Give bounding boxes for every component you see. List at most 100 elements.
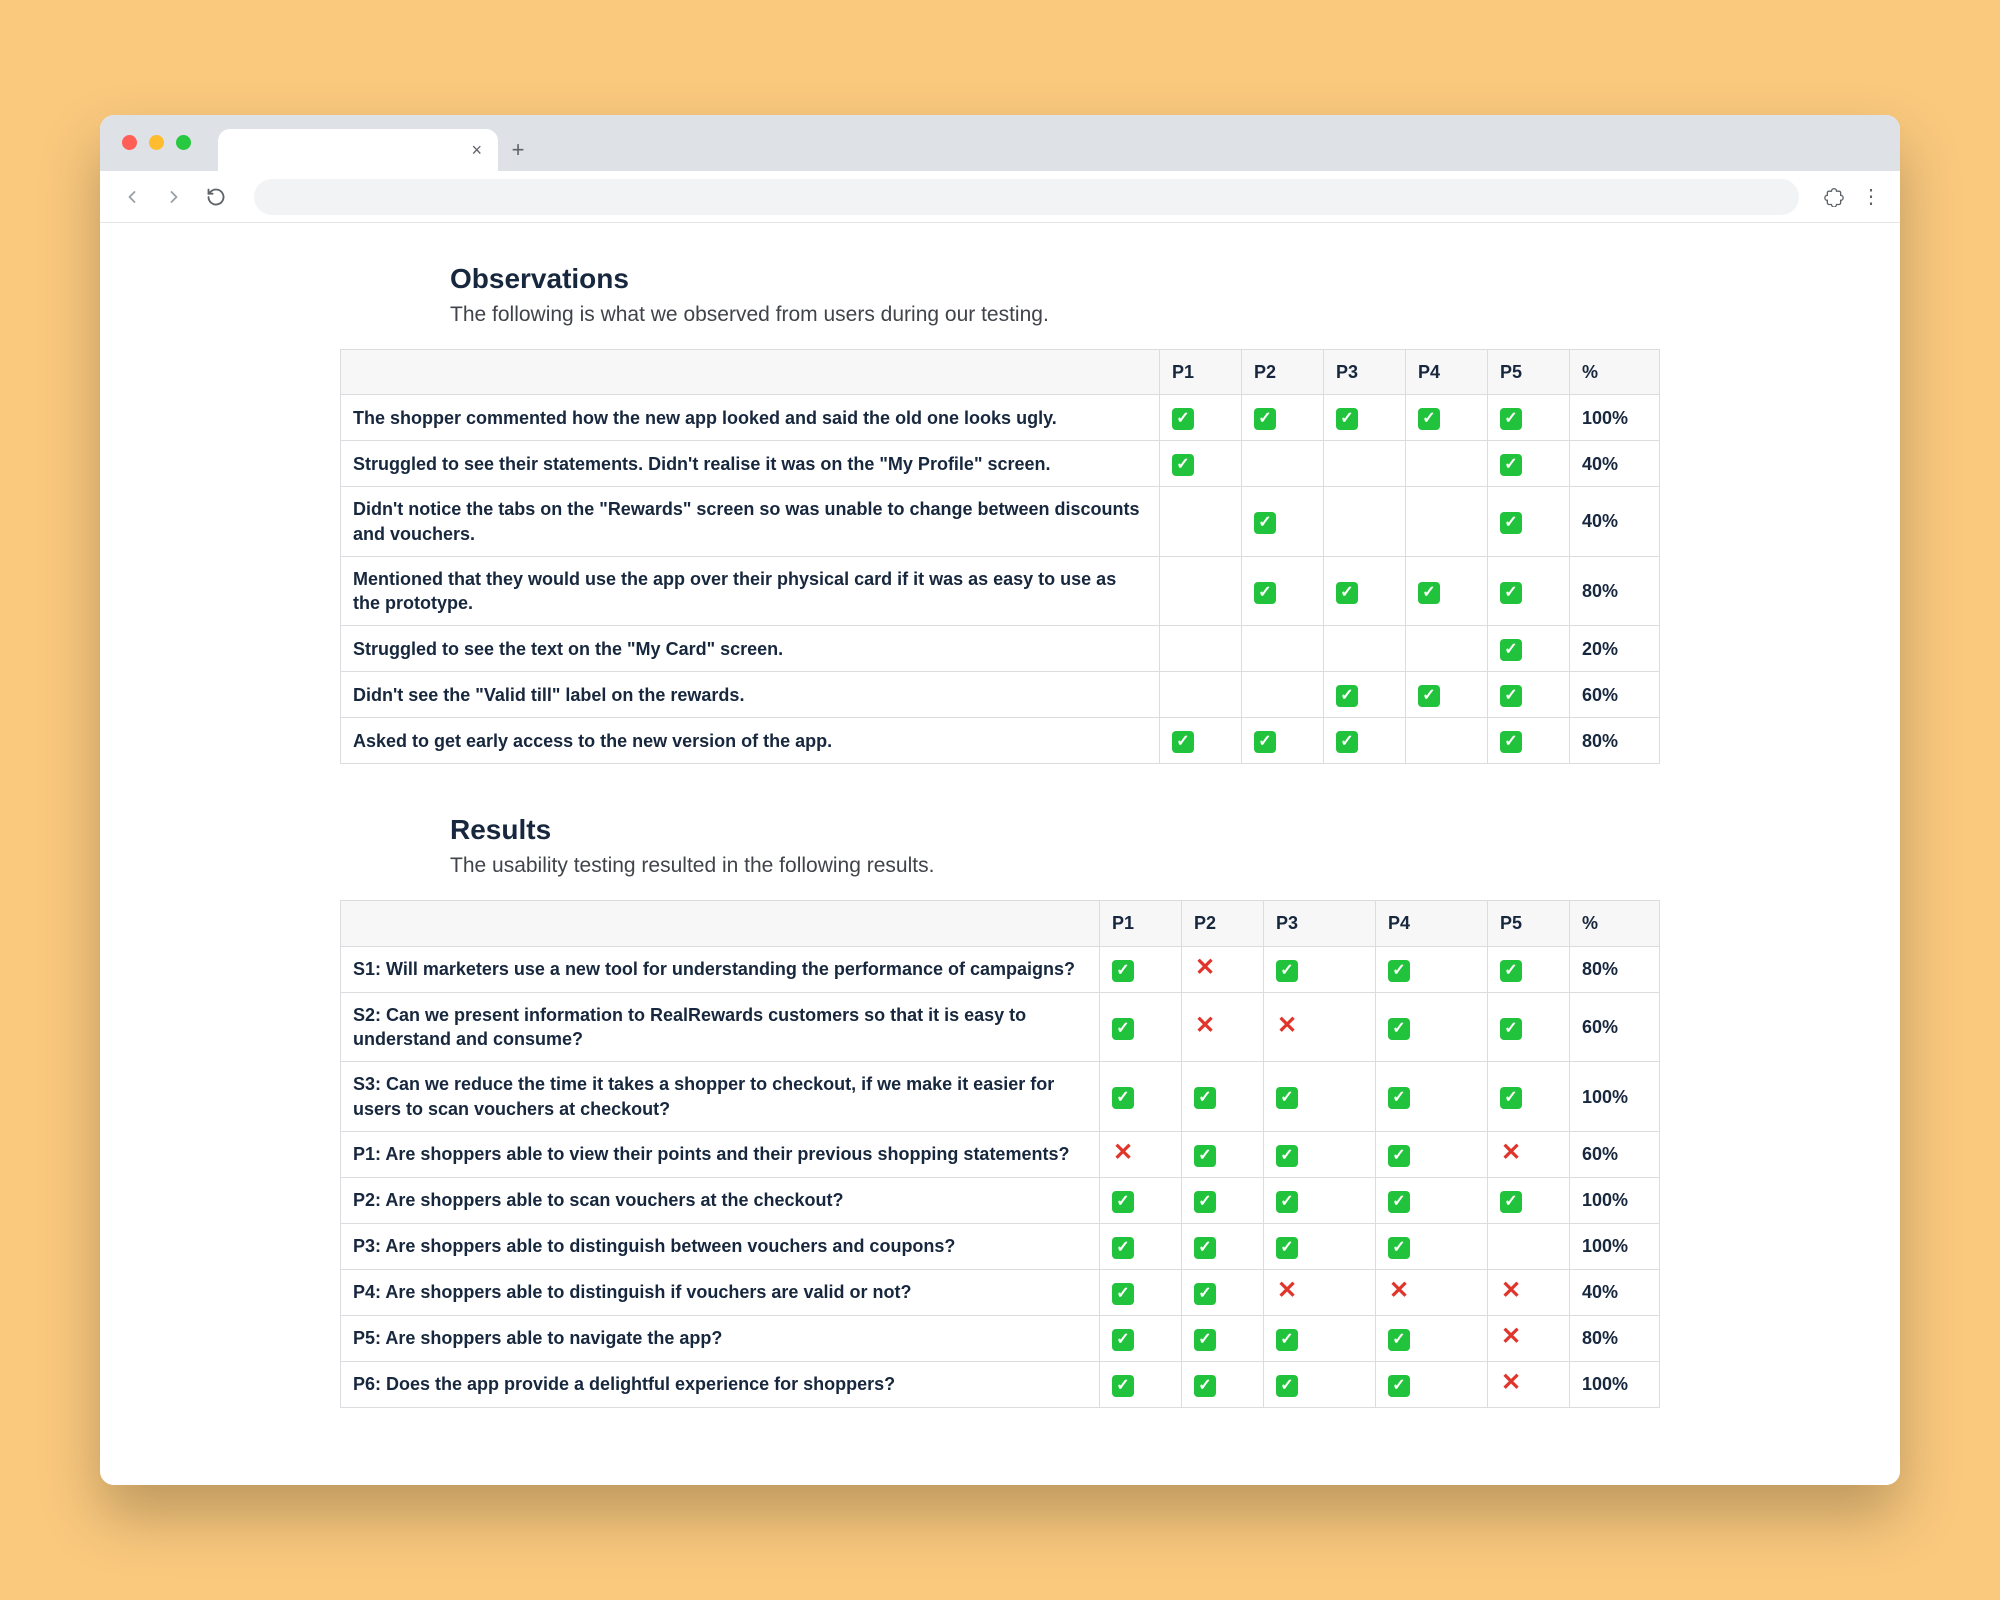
row-mark: ✓ bbox=[1406, 395, 1488, 441]
overflow-menu-icon[interactable]: ⋮ bbox=[1861, 184, 1882, 209]
cross-icon: ✕ bbox=[1112, 1142, 1134, 1164]
row-mark bbox=[1324, 487, 1406, 557]
row-mark: ✓ bbox=[1242, 395, 1324, 441]
check-icon: ✓ bbox=[1194, 1087, 1216, 1109]
check-icon: ✓ bbox=[1500, 639, 1522, 661]
table-row: P6: Does the app provide a delightful ex… bbox=[341, 1361, 1660, 1407]
check-icon: ✓ bbox=[1388, 1375, 1410, 1397]
table-row: The shopper commented how the new app lo… bbox=[341, 395, 1660, 441]
row-label: S1: Will marketers use a new tool for un… bbox=[341, 946, 1100, 992]
row-label: The shopper commented how the new app lo… bbox=[341, 395, 1160, 441]
row-percent: 20% bbox=[1570, 626, 1660, 672]
column-header: P1 bbox=[1100, 901, 1182, 946]
window-close-button[interactable] bbox=[122, 135, 137, 150]
results-heading: Results The usability testing resulted i… bbox=[450, 814, 1550, 878]
table-row: Didn't see the "Valid till" label on the… bbox=[341, 672, 1660, 718]
observations-subtitle: The following is what we observed from u… bbox=[450, 303, 1550, 327]
column-header: P4 bbox=[1406, 350, 1488, 395]
table-row: P5: Are shoppers able to navigate the ap… bbox=[341, 1315, 1660, 1361]
row-mark: ✓ bbox=[1100, 1361, 1182, 1407]
row-mark: ✓ bbox=[1264, 1131, 1376, 1177]
window-maximize-button[interactable] bbox=[176, 135, 191, 150]
row-mark: ✓ bbox=[1488, 487, 1570, 557]
row-mark: ✓ bbox=[1264, 1315, 1376, 1361]
check-icon: ✓ bbox=[1500, 454, 1522, 476]
table-row: S2: Can we present information to RealRe… bbox=[341, 992, 1660, 1062]
row-mark: ✓ bbox=[1264, 1361, 1376, 1407]
close-tab-icon[interactable]: × bbox=[471, 140, 482, 161]
check-icon: ✓ bbox=[1388, 1329, 1410, 1351]
table-row: P4: Are shoppers able to distinguish if … bbox=[341, 1269, 1660, 1315]
check-icon: ✓ bbox=[1388, 1191, 1410, 1213]
column-header: P1 bbox=[1160, 350, 1242, 395]
check-icon: ✓ bbox=[1112, 1191, 1134, 1213]
row-mark: ✕ bbox=[1488, 1269, 1570, 1315]
cross-icon: ✕ bbox=[1194, 1015, 1216, 1037]
cross-icon: ✕ bbox=[1500, 1142, 1522, 1164]
check-icon: ✓ bbox=[1112, 1283, 1134, 1305]
back-button[interactable] bbox=[118, 183, 146, 211]
browser-tab[interactable]: × bbox=[218, 129, 498, 171]
row-percent: 60% bbox=[1570, 672, 1660, 718]
row-mark: ✓ bbox=[1376, 1131, 1488, 1177]
column-header: % bbox=[1570, 350, 1660, 395]
row-mark: ✓ bbox=[1100, 946, 1182, 992]
row-mark: ✓ bbox=[1488, 626, 1570, 672]
check-icon: ✓ bbox=[1112, 1087, 1134, 1109]
check-icon: ✓ bbox=[1336, 582, 1358, 604]
row-mark: ✓ bbox=[1182, 1177, 1264, 1223]
row-percent: 80% bbox=[1570, 1315, 1660, 1361]
table-row: Struggled to see their statements. Didn'… bbox=[341, 441, 1660, 487]
row-mark: ✕ bbox=[1182, 992, 1264, 1062]
column-header-blank bbox=[341, 350, 1160, 395]
row-mark: ✓ bbox=[1264, 946, 1376, 992]
check-icon: ✓ bbox=[1418, 685, 1440, 707]
row-percent: 100% bbox=[1570, 1223, 1660, 1269]
row-mark: ✓ bbox=[1182, 1062, 1264, 1132]
observations-header-row: P1P2P3P4P5% bbox=[341, 350, 1660, 395]
check-icon: ✓ bbox=[1388, 1145, 1410, 1167]
reload-button[interactable] bbox=[202, 183, 230, 211]
check-icon: ✓ bbox=[1254, 582, 1276, 604]
address-bar[interactable] bbox=[254, 179, 1799, 215]
table-row: Struggled to see the text on the "My Car… bbox=[341, 626, 1660, 672]
new-tab-button[interactable]: + bbox=[498, 129, 538, 171]
window-minimize-button[interactable] bbox=[149, 135, 164, 150]
column-header: P5 bbox=[1488, 901, 1570, 946]
check-icon: ✓ bbox=[1254, 408, 1276, 430]
row-mark: ✓ bbox=[1182, 1361, 1264, 1407]
row-mark bbox=[1324, 626, 1406, 672]
column-header: P5 bbox=[1488, 350, 1570, 395]
forward-button[interactable] bbox=[160, 183, 188, 211]
row-mark: ✕ bbox=[1376, 1269, 1488, 1315]
row-label: S2: Can we present information to RealRe… bbox=[341, 992, 1100, 1062]
row-mark: ✓ bbox=[1242, 718, 1324, 764]
check-icon: ✓ bbox=[1388, 1018, 1410, 1040]
row-mark: ✓ bbox=[1100, 1315, 1182, 1361]
table-row: S1: Will marketers use a new tool for un… bbox=[341, 946, 1660, 992]
observations-title: Observations bbox=[450, 263, 1550, 295]
row-mark: ✓ bbox=[1264, 1177, 1376, 1223]
extension-icon[interactable] bbox=[1823, 186, 1845, 208]
row-label: P6: Does the app provide a delightful ex… bbox=[341, 1361, 1100, 1407]
row-percent: 40% bbox=[1570, 487, 1660, 557]
check-icon: ✓ bbox=[1172, 454, 1194, 476]
column-header: P2 bbox=[1242, 350, 1324, 395]
table-row: P3: Are shoppers able to distinguish bet… bbox=[341, 1223, 1660, 1269]
row-mark: ✓ bbox=[1406, 556, 1488, 626]
check-icon: ✓ bbox=[1276, 1375, 1298, 1397]
row-mark bbox=[1242, 672, 1324, 718]
row-mark: ✕ bbox=[1100, 1131, 1182, 1177]
row-mark: ✓ bbox=[1488, 946, 1570, 992]
cross-icon: ✕ bbox=[1500, 1372, 1522, 1394]
row-label: S3: Can we reduce the time it takes a sh… bbox=[341, 1062, 1100, 1132]
row-mark: ✓ bbox=[1100, 1223, 1182, 1269]
column-header-blank bbox=[341, 901, 1100, 946]
results-table: P1P2P3P4P5% S1: Will marketers use a new… bbox=[340, 900, 1660, 1407]
column-header: P3 bbox=[1324, 350, 1406, 395]
check-icon: ✓ bbox=[1336, 408, 1358, 430]
row-mark bbox=[1160, 556, 1242, 626]
row-percent: 80% bbox=[1570, 556, 1660, 626]
check-icon: ✓ bbox=[1112, 1375, 1134, 1397]
cross-icon: ✕ bbox=[1276, 1015, 1298, 1037]
